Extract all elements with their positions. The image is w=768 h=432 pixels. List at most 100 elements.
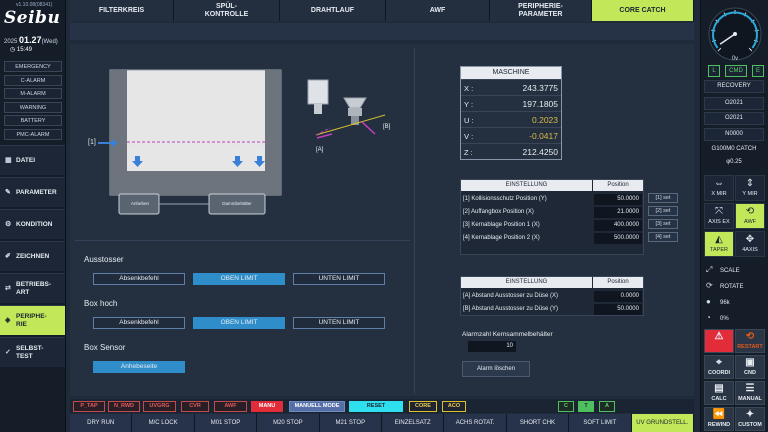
axis-label: X : bbox=[464, 84, 474, 93]
settings1-header-label: EINSTELLUNG bbox=[461, 180, 592, 191]
ausstosser-lower-button[interactable]: Absenkbefehl bbox=[93, 273, 185, 285]
axis-ex-button[interactable]: ⤧ AXIS EX bbox=[704, 203, 734, 229]
nav-zeichnen[interactable]: ✐ ZEICHNEN bbox=[0, 241, 65, 271]
recovery-button[interactable]: RECOVERY bbox=[704, 80, 764, 93]
lift-label: Anheben bbox=[130, 201, 150, 206]
button-label: COORDI bbox=[708, 370, 730, 376]
coord-icon: ⌖ bbox=[716, 357, 722, 368]
tab-awf[interactable]: AWF bbox=[386, 0, 490, 21]
nav-periphe[interactable]: ◈ PERIPHE- RIE bbox=[0, 305, 65, 335]
boxhoch-lower-button[interactable]: Absenkbefehl bbox=[93, 317, 185, 329]
setting-row: [A] Abstand Ausstosser zu Düse (X) 0.0000 bbox=[461, 290, 643, 303]
mode-l[interactable]: L bbox=[708, 65, 720, 77]
nav-betriebs[interactable]: ⇄ BETRIEBS- ART bbox=[0, 273, 65, 303]
custom-button[interactable]: ✦ CUSTOM bbox=[735, 407, 765, 431]
indicator-a: A bbox=[599, 401, 615, 412]
bottom-tab-m-c-lock[interactable]: M/C LOCK bbox=[132, 414, 195, 432]
set-position-2-button[interactable]: [2] set bbox=[648, 206, 678, 216]
ausstosser-lower-limit-button[interactable]: UNTEN LIMIT bbox=[293, 273, 385, 285]
calc-button[interactable]: ▤ CALC bbox=[704, 381, 734, 405]
indicator-aco: ACO bbox=[442, 401, 466, 412]
nav-label: PERIPHE- RIE bbox=[16, 312, 47, 328]
axis-a-label: [A] bbox=[316, 147, 324, 153]
set-position-3-button[interactable]: [3] set bbox=[648, 219, 678, 229]
gear-icon: ⚙ bbox=[5, 220, 12, 228]
restart-button[interactable]: ⟲ RESTART bbox=[735, 329, 765, 353]
tab-drahtlauf[interactable]: DRAHTLAUF bbox=[280, 0, 386, 21]
mode-cmd[interactable]: CMD bbox=[725, 65, 747, 77]
custom-icon: ✦ bbox=[745, 409, 755, 420]
bottom-tab-short-chk[interactable]: SHORT CHK bbox=[506, 414, 570, 432]
tab-filterkreis[interactable]: FILTERKREIS bbox=[70, 0, 174, 21]
setting-value[interactable]: 50.0000 bbox=[594, 304, 642, 315]
status-label: 0% bbox=[720, 316, 729, 322]
tab-spl[interactable]: SPÜL- KONTROLLE bbox=[174, 0, 280, 21]
button-label: CALC bbox=[711, 396, 727, 402]
setting-value[interactable]: 400.0000 bbox=[594, 220, 642, 231]
machine-row-y: Y : 197.1805 bbox=[461, 95, 561, 111]
program-number-1: O2021 bbox=[704, 97, 764, 110]
alarm-button[interactable]: ⚠ bbox=[704, 329, 734, 353]
status-label: SCALE bbox=[720, 268, 740, 274]
setting-value[interactable]: 500.0000 bbox=[594, 233, 642, 244]
bottom-tab-soft-limit[interactable]: SOFT LIMIT bbox=[569, 414, 632, 432]
bottom-tab-m01-stop[interactable]: M01 STOP bbox=[194, 414, 258, 432]
machine-row-v: V : -0.0417 bbox=[461, 127, 561, 143]
nav-selbst[interactable]: ✓ SELBST- TEST bbox=[0, 337, 65, 367]
indicator-manuell-mode: MANUELL MODE bbox=[289, 401, 345, 412]
boxhoch-title: Box hoch bbox=[84, 299, 118, 308]
sub-toolbar bbox=[70, 23, 694, 40]
taper-button[interactable]: ◭ TAPER bbox=[704, 231, 734, 257]
bottom-tab-achs-rotat-[interactable]: ACHS ROTAT. bbox=[444, 414, 507, 432]
bottom-tab-einzelsatz[interactable]: EINZELSATZ bbox=[382, 414, 445, 432]
container-label: Dammbehälter bbox=[222, 201, 252, 206]
setting-label: [3] Kernablage Position 1 (X) bbox=[463, 222, 540, 228]
axis-label: Z : bbox=[464, 148, 473, 157]
nav-parameter[interactable]: ✎ PARAMETER bbox=[0, 177, 65, 207]
alarm-clear-button[interactable]: Alarm löschen bbox=[462, 361, 530, 377]
setting-value[interactable]: 50.0000 bbox=[594, 194, 642, 205]
boxhoch-lower-limit-button[interactable]: UNTEN LIMIT bbox=[293, 317, 385, 329]
boxsensor-raise-side-button[interactable]: Anhebeseite bbox=[93, 361, 185, 373]
mode-e[interactable]: E bbox=[752, 65, 764, 77]
machine-row-u: U : 0.2023 bbox=[461, 111, 561, 127]
x-mir-button[interactable]: ⇔ X MIR bbox=[704, 175, 734, 201]
alarm-pmc-alarm: PMC-ALARM bbox=[4, 128, 62, 140]
button-label: RESTART bbox=[737, 344, 763, 350]
coordi-button[interactable]: ⌖ COORDI bbox=[704, 355, 734, 379]
alarm-warning: WARNING bbox=[4, 101, 62, 113]
rewind-button[interactable]: ⏪ REWIND bbox=[704, 407, 734, 431]
setting-value[interactable]: 0.0000 bbox=[594, 291, 642, 302]
status-label: 96k bbox=[720, 300, 730, 306]
bottom-tab-dry-run[interactable]: DRY RUN bbox=[70, 414, 133, 432]
4axis-button[interactable]: ✥ 4AXIS bbox=[735, 231, 765, 257]
bottom-tab-m20-stop[interactable]: M20 STOP bbox=[257, 414, 320, 432]
indicator-uvgrg: UVGRG bbox=[143, 401, 176, 412]
machine-position-table: MASCHINE X : 243.3775 Y : 197.1805 U : 0.2023… bbox=[460, 66, 562, 160]
tab-corecatch[interactable]: CORE CATCH bbox=[592, 0, 694, 21]
boxhoch-upper-limit-button[interactable]: OBEN LIMIT bbox=[193, 317, 285, 329]
manual-button[interactable]: ☰ MANUAL bbox=[735, 381, 765, 405]
ausstosser-upper-limit-button[interactable]: OBEN LIMIT bbox=[193, 273, 285, 285]
set-position-1-button[interactable]: [1] set bbox=[648, 193, 678, 203]
bottom-tab-uv-grundstell-[interactable]: UV GRUNDSTELL. bbox=[631, 414, 694, 432]
tab-peripherie[interactable]: PERIPHERIE- PARAMETER bbox=[490, 0, 592, 21]
y-mir-button[interactable]: ⇕ Y MIR bbox=[735, 175, 765, 201]
awf-icon: ⟲ bbox=[745, 206, 755, 217]
bottom-tab-m21-stop[interactable]: M21 STOP bbox=[319, 414, 382, 432]
cnd-button[interactable]: ▣ CND bbox=[735, 355, 765, 379]
nav-label: ZEICHNEN bbox=[16, 252, 50, 260]
alarm-count-label: Alarmzahl Kernsammelbehälter bbox=[462, 331, 553, 338]
nav-datei[interactable]: ▦ DATEI bbox=[0, 145, 65, 175]
awf-button[interactable]: ⟲ AWF bbox=[735, 203, 765, 229]
date-display: 2025 01.27(Wed) bbox=[4, 35, 58, 45]
settings1-header-position: Position bbox=[593, 180, 643, 191]
alarm-count-value[interactable]: 10 bbox=[468, 341, 516, 352]
setting-value[interactable]: 21.0000 bbox=[594, 207, 642, 218]
nav-label: KONDITION bbox=[16, 220, 53, 228]
boxsensor-title: Box Sensor bbox=[84, 343, 126, 352]
nav-kondition[interactable]: ⚙ KONDITION bbox=[0, 209, 65, 239]
axis-value: 0.2023 bbox=[532, 115, 558, 125]
set-position-4-button[interactable]: [4] set bbox=[648, 232, 678, 242]
setting-row: [1] Kollisionsschutz Position (Y) 50.0000 bbox=[461, 193, 643, 206]
